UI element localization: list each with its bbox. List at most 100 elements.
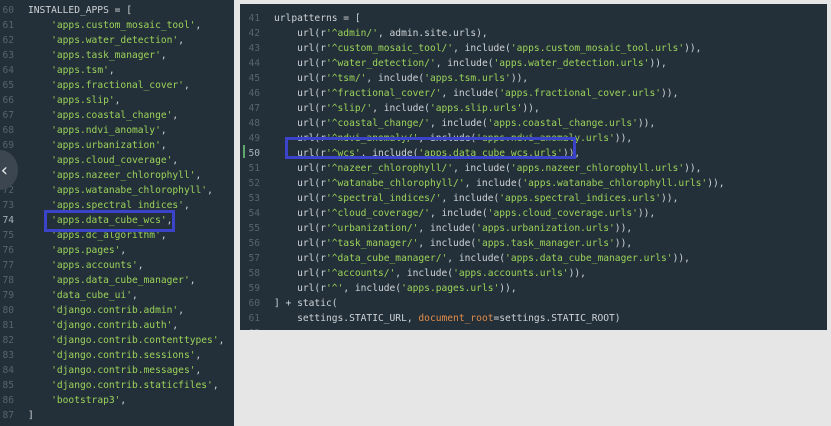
- code-line[interactable]: 82 'django.contrib.contenttypes',: [0, 333, 224, 348]
- right-editor-pane[interactable]: 41 urlpatterns = [ 42 url(r'^admin/', admi…: [240, 4, 827, 330]
- code-line[interactable]: 44 url(r'^water_detection/', include('ap…: [240, 56, 725, 71]
- code-line[interactable]: 60] + static(: [240, 296, 725, 311]
- code-line[interactable]: 60 INSTALLED_APPS = [: [0, 3, 224, 18]
- code-line[interactable]: 80 'django.contrib.admin',: [0, 303, 224, 318]
- line-text: 'django.contrib.contenttypes',: [28, 333, 224, 348]
- code-line[interactable]: 51 url(r'^nazeer_chlorophyll/', include(…: [240, 161, 725, 176]
- code-line[interactable]: 78 'apps.data_cube_manager',: [0, 273, 224, 288]
- code-line[interactable]: 46 url(r'^fractional_cover/', include('a…: [240, 86, 725, 101]
- line-number: 48: [248, 118, 260, 129]
- line-number: 50: [248, 148, 260, 159]
- code-token: , include(: [447, 253, 506, 264]
- left-editor-pane[interactable]: 60 INSTALLED_APPS = [61 'apps.custom_mosa…: [0, 0, 234, 426]
- code-line[interactable]: 56 url(r'^task_manager/', include('apps.…: [240, 236, 725, 251]
- code-token: , include(: [441, 193, 500, 204]
- code-line[interactable]: 72 'apps.watanabe_chlorophyll',: [0, 183, 224, 198]
- code-line[interactable]: 77 'apps.accounts',: [0, 258, 224, 273]
- string-token: 'django.contrib.admin': [51, 305, 179, 316]
- code-line[interactable]: 49 url(r'^ndvi_anomaly/', include('apps.…: [240, 131, 725, 146]
- code-line[interactable]: 47 url(r'^slip/', include('apps.slip.url…: [240, 101, 725, 116]
- code-line[interactable]: 63 'apps.task_manager',: [0, 48, 224, 63]
- code-token: url(r: [274, 73, 326, 84]
- code-line[interactable]: 54 url(r'^cloud_coverage/', include('app…: [240, 206, 725, 221]
- code-line[interactable]: 84 'django.contrib.messages',: [0, 363, 224, 378]
- code-line[interactable]: 42 url(r'^admin/', admin.site.urls),: [240, 26, 725, 41]
- code-line[interactable]: 41 urlpatterns = [: [240, 11, 725, 26]
- code-token: url(r: [274, 193, 326, 204]
- line-text: 'apps.water_detection',: [28, 33, 184, 48]
- code-line[interactable]: 69 'apps.urbanization',: [0, 138, 224, 153]
- string-token: 'apps.ndvi_anomaly.urls': [476, 133, 615, 144]
- code-token: ,: [212, 380, 219, 391]
- code-line[interactable]: 75 'apps.dc_algorithm',: [0, 228, 224, 243]
- code-token: url(r: [274, 223, 326, 234]
- string-token: 'apps.data_cube_manager': [51, 275, 190, 286]
- code-line[interactable]: 55 url(r'^urbanization/', include('apps.…: [240, 221, 725, 236]
- code-line[interactable]: 71 'apps.nazeer_chlorophyll',: [0, 168, 224, 183]
- line-text: url(r'^fractional_cover/', include('apps…: [274, 86, 678, 101]
- line-text: settings.STATIC_URL, document_root=setti…: [274, 311, 620, 326]
- code-token: )),: [568, 268, 586, 279]
- line-number: 84: [2, 365, 14, 376]
- code-token: ,: [172, 110, 179, 121]
- left-code-area[interactable]: 60 INSTALLED_APPS = [61 'apps.custom_mosa…: [0, 3, 224, 423]
- code-line[interactable]: 67 'apps.coastal_change',: [0, 108, 224, 123]
- string-token: 'apps.accounts': [51, 260, 138, 271]
- code-line[interactable]: 61 'apps.custom_mosaic_tool',: [0, 18, 224, 33]
- code-line[interactable]: 48 url(r'^coastal_change/', include('app…: [240, 116, 725, 131]
- code-line[interactable]: 86 'bootstrap3',: [0, 393, 224, 408]
- code-token: )),: [562, 148, 581, 159]
- code-line[interactable]: 83 'django.contrib.sessions',: [0, 348, 224, 363]
- code-line[interactable]: 58 url(r'^accounts/', include('apps.acco…: [240, 266, 725, 281]
- line-text: 'django.contrib.admin',: [28, 303, 184, 318]
- code-line[interactable]: 66 'apps.slip',: [0, 93, 224, 108]
- line-text: 'apps.fractional_cover',: [28, 78, 190, 93]
- code-line[interactable]: 65 'apps.fractional_cover',: [0, 78, 224, 93]
- code-line[interactable]: 57 url(r'^data_cube_manager/', include('…: [240, 251, 725, 266]
- line-number: 56: [248, 238, 260, 249]
- code-line[interactable]: 62: [240, 326, 725, 330]
- string-token: 'apps.data_cube_wcs': [51, 215, 167, 226]
- code-token: ,: [172, 320, 179, 331]
- right-code-area[interactable]: 41 urlpatterns = [ 42 url(r'^admin/', admi…: [240, 11, 725, 330]
- string-token: 'apps.data_cube_manager.urls': [505, 253, 673, 264]
- code-token: )),: [684, 163, 702, 174]
- code-line[interactable]: 73 'apps.spectral_indices',: [0, 198, 224, 213]
- code-line[interactable]: 79 'data_cube_ui',: [0, 288, 224, 303]
- code-token: ,: [195, 350, 202, 361]
- code-token: ,: [160, 230, 167, 241]
- code-line[interactable]: 70 'apps.cloud_coverage',: [0, 153, 224, 168]
- code-line[interactable]: 61 settings.STATIC_URL, document_root=se…: [240, 311, 725, 326]
- code-line[interactable]: 53 url(r'^spectral_indices/', include('a…: [240, 191, 725, 206]
- string-token: 'apps.cloud_coverage.urls': [487, 208, 638, 219]
- string-token: '^task_manager/': [325, 238, 419, 249]
- line-number: 46: [248, 88, 260, 99]
- line-number: 81: [2, 320, 14, 331]
- code-line[interactable]: 43 url(r'^custom_mosaic_tool/', include(…: [240, 41, 725, 56]
- line-text: url(r'^admin/', admin.site.urls),: [274, 26, 488, 41]
- code-token: )),: [661, 193, 679, 204]
- code-line[interactable]: 59 url(r'^', include('apps.pages.urls'))…: [240, 281, 725, 296]
- code-line[interactable]: 85 'django.contrib.staticfiles',: [0, 378, 224, 393]
- code-line[interactable]: 50 url(r'^wcs', include('apps.data_cube_…: [240, 146, 725, 161]
- code-line[interactable]: 76 'apps.pages',: [0, 243, 224, 258]
- code-line[interactable]: 45 url(r'^tsm/', include('apps.tsm.urls'…: [240, 71, 725, 86]
- code-line[interactable]: 74 'apps.data_cube_wcs',: [0, 213, 224, 228]
- code-line[interactable]: 52 url(r'^watanabe_chlorophyll/', includ…: [240, 176, 724, 191]
- string-token: '^nazeer_chlorophyll/': [325, 163, 454, 174]
- line-number: 41: [248, 13, 260, 24]
- code-line[interactable]: 64 'apps.tsm',: [0, 63, 224, 78]
- code-line[interactable]: 62 'apps.water_detection',: [0, 33, 224, 48]
- code-token: ,: [207, 185, 213, 196]
- code-line[interactable]: 81 'django.contrib.auth',: [0, 318, 224, 333]
- line-text: url(r'^ndvi_anomaly/', include('apps.ndv…: [274, 131, 632, 146]
- code-token: urlpatterns = [: [274, 13, 361, 24]
- string-token: '^slip/': [325, 103, 373, 114]
- string-token: 'apps.pages': [51, 245, 121, 256]
- line-text: 'apps.spectral_indices',: [28, 198, 190, 213]
- code-line[interactable]: 68 'apps.ndvi_anomaly',: [0, 123, 224, 138]
- code-line[interactable]: 87]: [0, 408, 224, 423]
